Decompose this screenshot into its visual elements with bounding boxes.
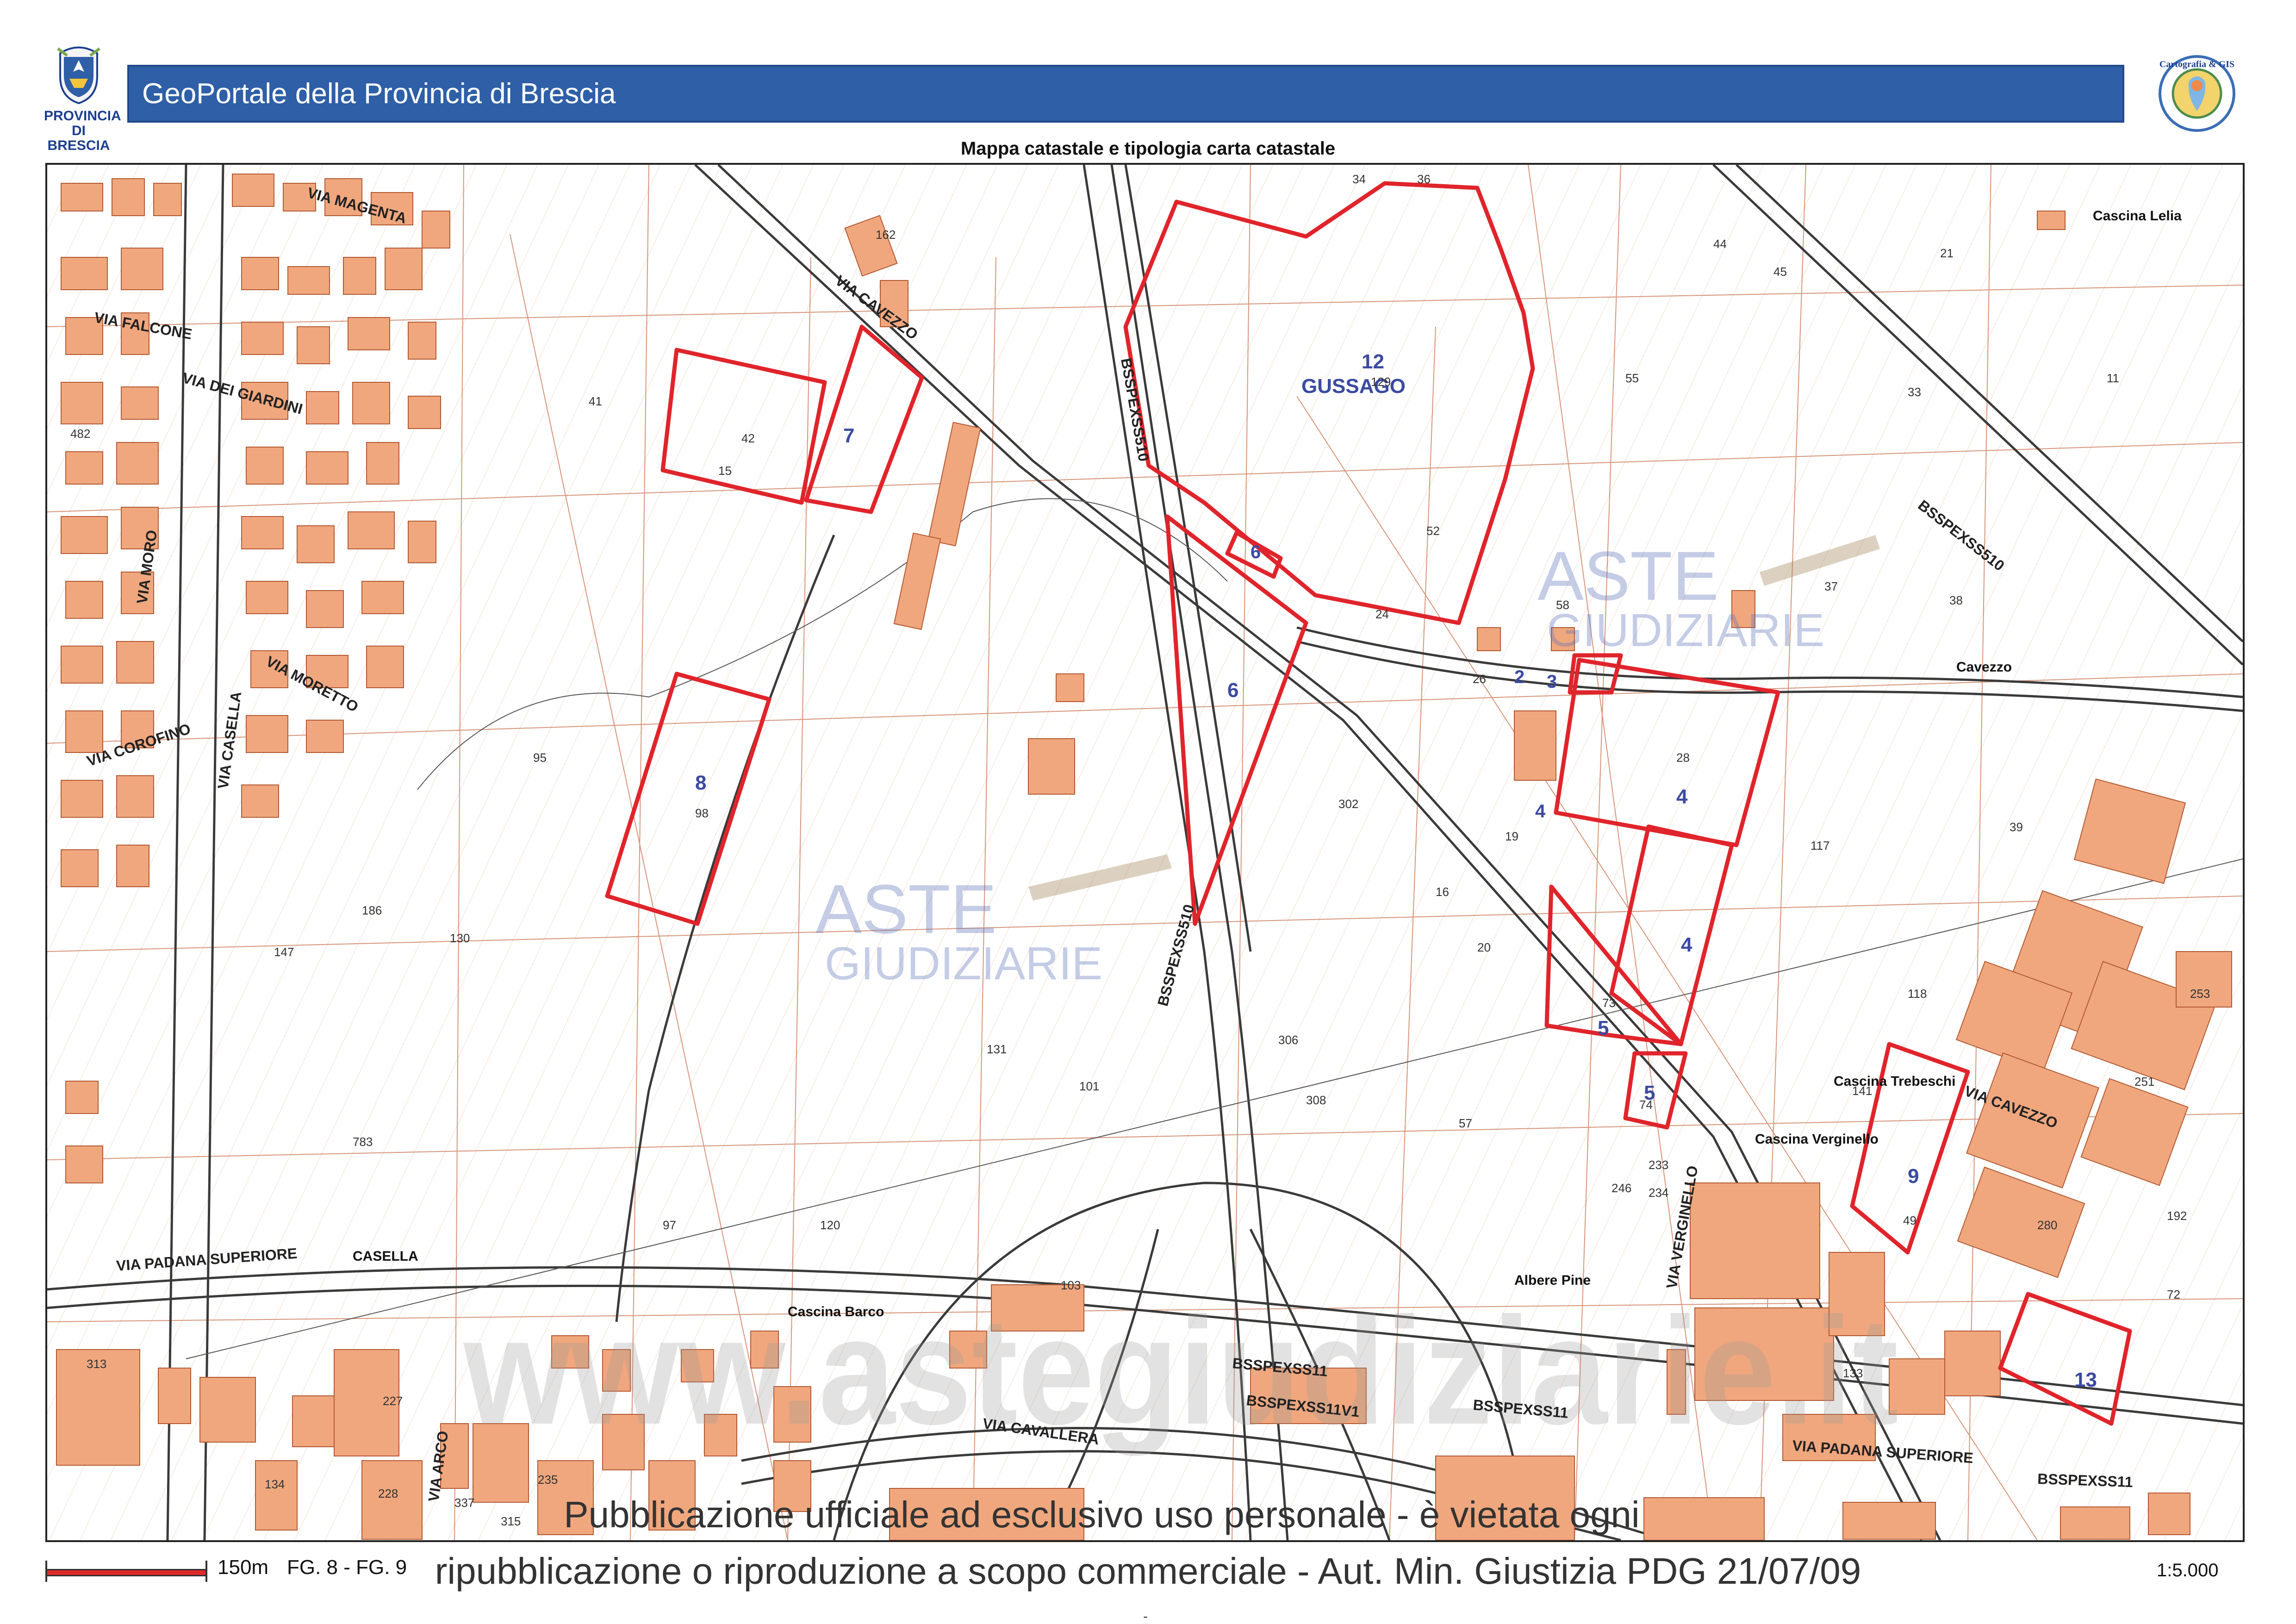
parcel-number: 227: [383, 1394, 403, 1408]
place-casella: CASELLA: [353, 1249, 418, 1264]
parcel-number: 95: [533, 751, 547, 765]
parcel-number: 117: [1811, 839, 1829, 852]
parcel-number: 20: [1477, 940, 1491, 954]
parcel-number: 130: [450, 931, 470, 945]
lot-9-label: 9: [1908, 1165, 1919, 1188]
parcel-number: 101: [1079, 1079, 1099, 1093]
cartografia-gis-logo-text: Cartografia & GIS: [2159, 59, 2234, 69]
parcel-number: 302: [1338, 797, 1358, 811]
parcel-number: 39: [2010, 820, 2023, 834]
lot-7-label: 7: [843, 424, 854, 447]
lot-3-label: 3: [1547, 672, 1557, 692]
lot-4c-label: 4: [1681, 933, 1692, 956]
parcel-number: 234: [1649, 1186, 1668, 1200]
road-bssp-south-east: BSSPEXSS11: [2037, 1470, 2133, 1490]
parcel-number: 162: [876, 228, 896, 242]
parcel-number: 235: [538, 1473, 558, 1487]
parcel-number: 55: [1625, 371, 1639, 385]
parcel-number: 783: [353, 1135, 373, 1149]
province-crest-icon: [57, 46, 100, 104]
parcel-number: 103: [1061, 1278, 1081, 1292]
parcel-number: 24: [1375, 607, 1389, 621]
parcel-number: 33: [1908, 385, 1921, 399]
parcel-number: 97: [663, 1218, 676, 1232]
parcel-number: 131: [987, 1042, 1007, 1056]
parcel-number: 42: [741, 431, 755, 445]
header-bar: GeoPortale della Provincia di Brescia: [127, 65, 2124, 123]
watermark-giudiziarie-south: GIUDIZIARIE: [825, 938, 1102, 989]
lot-13-label: 13: [2074, 1369, 2097, 1391]
scale-ratio: 1:5.000: [2157, 1560, 2219, 1580]
parcel-number: 34: [1352, 172, 1366, 186]
parcel-number: 313: [87, 1357, 106, 1371]
parcel-number: 28: [1676, 751, 1690, 765]
legal-notice-line-2: ripubblicazione o riproduzione a scopo c…: [435, 1550, 1861, 1592]
lot-8-label: 8: [695, 772, 706, 794]
parcel-number: 120: [820, 1218, 840, 1232]
lot-4b-label: 4: [1676, 785, 1688, 808]
parcel-number: 45: [1773, 265, 1787, 279]
place-albere-pine: Albere Pine: [1514, 1273, 1591, 1288]
lot-12-label: 12: [1362, 350, 1384, 373]
lot-6b-label: 6: [1227, 679, 1238, 702]
parcel-number: 73: [1602, 996, 1616, 1010]
map-title: Mappa catastale e tipologia carta catast…: [960, 138, 1336, 159]
place-cavezzo: Cavezzo: [1956, 660, 2012, 675]
parcel-number: 118: [1908, 987, 1927, 1001]
parcel-number: 36: [1417, 172, 1431, 186]
parcel-number: 306: [1278, 1033, 1298, 1047]
parcel-number: 19: [1505, 829, 1518, 843]
parcel-number: 52: [1426, 524, 1440, 538]
parcel-number: 49: [1903, 1213, 1916, 1227]
parcel-number: 37: [1824, 579, 1838, 593]
watermark-giudiziarie-north: GIUDIZIARIE: [1547, 604, 1824, 656]
parcel-number: 58: [1556, 598, 1569, 612]
parcel-number: 57: [1459, 1116, 1472, 1130]
parcel-number: 21: [1940, 246, 1954, 260]
parcel-number: 251: [2134, 1075, 2154, 1089]
page-title: GeoPortale della Provincia di Brescia: [142, 78, 616, 110]
parcel-number: 11: [2107, 371, 2119, 385]
legal-notice-line-1: Pubblicazione ufficiale ad esclusivo uso…: [564, 1494, 1640, 1535]
parcel-number: 308: [1306, 1093, 1326, 1107]
parcel-number: 129: [1371, 375, 1391, 389]
parcel-number: 26: [1473, 672, 1486, 686]
parcel-number: 192: [2167, 1209, 2187, 1223]
cadastral-map[interactable]: ASTE GIUDIZIARIE ASTE GIUDIZIARIE www.as…: [45, 163, 2245, 1542]
parcel-number: 41: [589, 394, 602, 408]
lot-5a-label: 5: [1598, 1017, 1609, 1039]
parcel-number: 15: [718, 464, 732, 478]
lot-2-label: 2: [1514, 667, 1524, 687]
parcel-number: 74: [1639, 1098, 1653, 1112]
cadastral-map-canvas: ASTE GIUDIZIARIE ASTE GIUDIZIARIE www.as…: [47, 165, 2243, 1540]
parcel-number: 98: [695, 806, 709, 820]
parcel-number: 134: [265, 1477, 285, 1491]
lot-4a-label: 4: [1535, 801, 1546, 821]
parcel-number: 253: [2190, 987, 2210, 1001]
parcel-number: 280: [2037, 1218, 2057, 1232]
lot-6a-label: 6: [1251, 542, 1261, 562]
parcel-number: 482: [70, 427, 90, 441]
parcel-number: 141: [1852, 1084, 1872, 1098]
parcel-number: 44: [1713, 237, 1727, 251]
parcel-number: 186: [362, 903, 382, 917]
watermark-aste-south: ASTE: [815, 870, 997, 948]
cartografia-gis-logo-icon: Cartografia & GIS: [2159, 55, 2235, 132]
parcel-number: 16: [1436, 885, 1449, 899]
place-cascina-lelia: Cascina Lelia: [2093, 208, 2182, 224]
parcel-number: 38: [1949, 593, 1963, 607]
parcel-number: 233: [1649, 1158, 1668, 1172]
parcel-number: 72: [2167, 1288, 2180, 1301]
watermark-url: www.astegiudiziarie.it: [461, 1285, 1898, 1457]
province-logo: PROVINCIA DI BRESCIA: [44, 44, 121, 153]
parcel-number: 246: [1612, 1181, 1631, 1195]
parcel-number: 133: [1843, 1366, 1863, 1380]
place-cascina-barco: Cascina Barco: [788, 1304, 884, 1319]
place-cascina-verginello: Cascina Verginello: [1755, 1132, 1879, 1147]
page-footer-mark: -: [1143, 1609, 1148, 1624]
parcel-number: 147: [274, 945, 294, 959]
